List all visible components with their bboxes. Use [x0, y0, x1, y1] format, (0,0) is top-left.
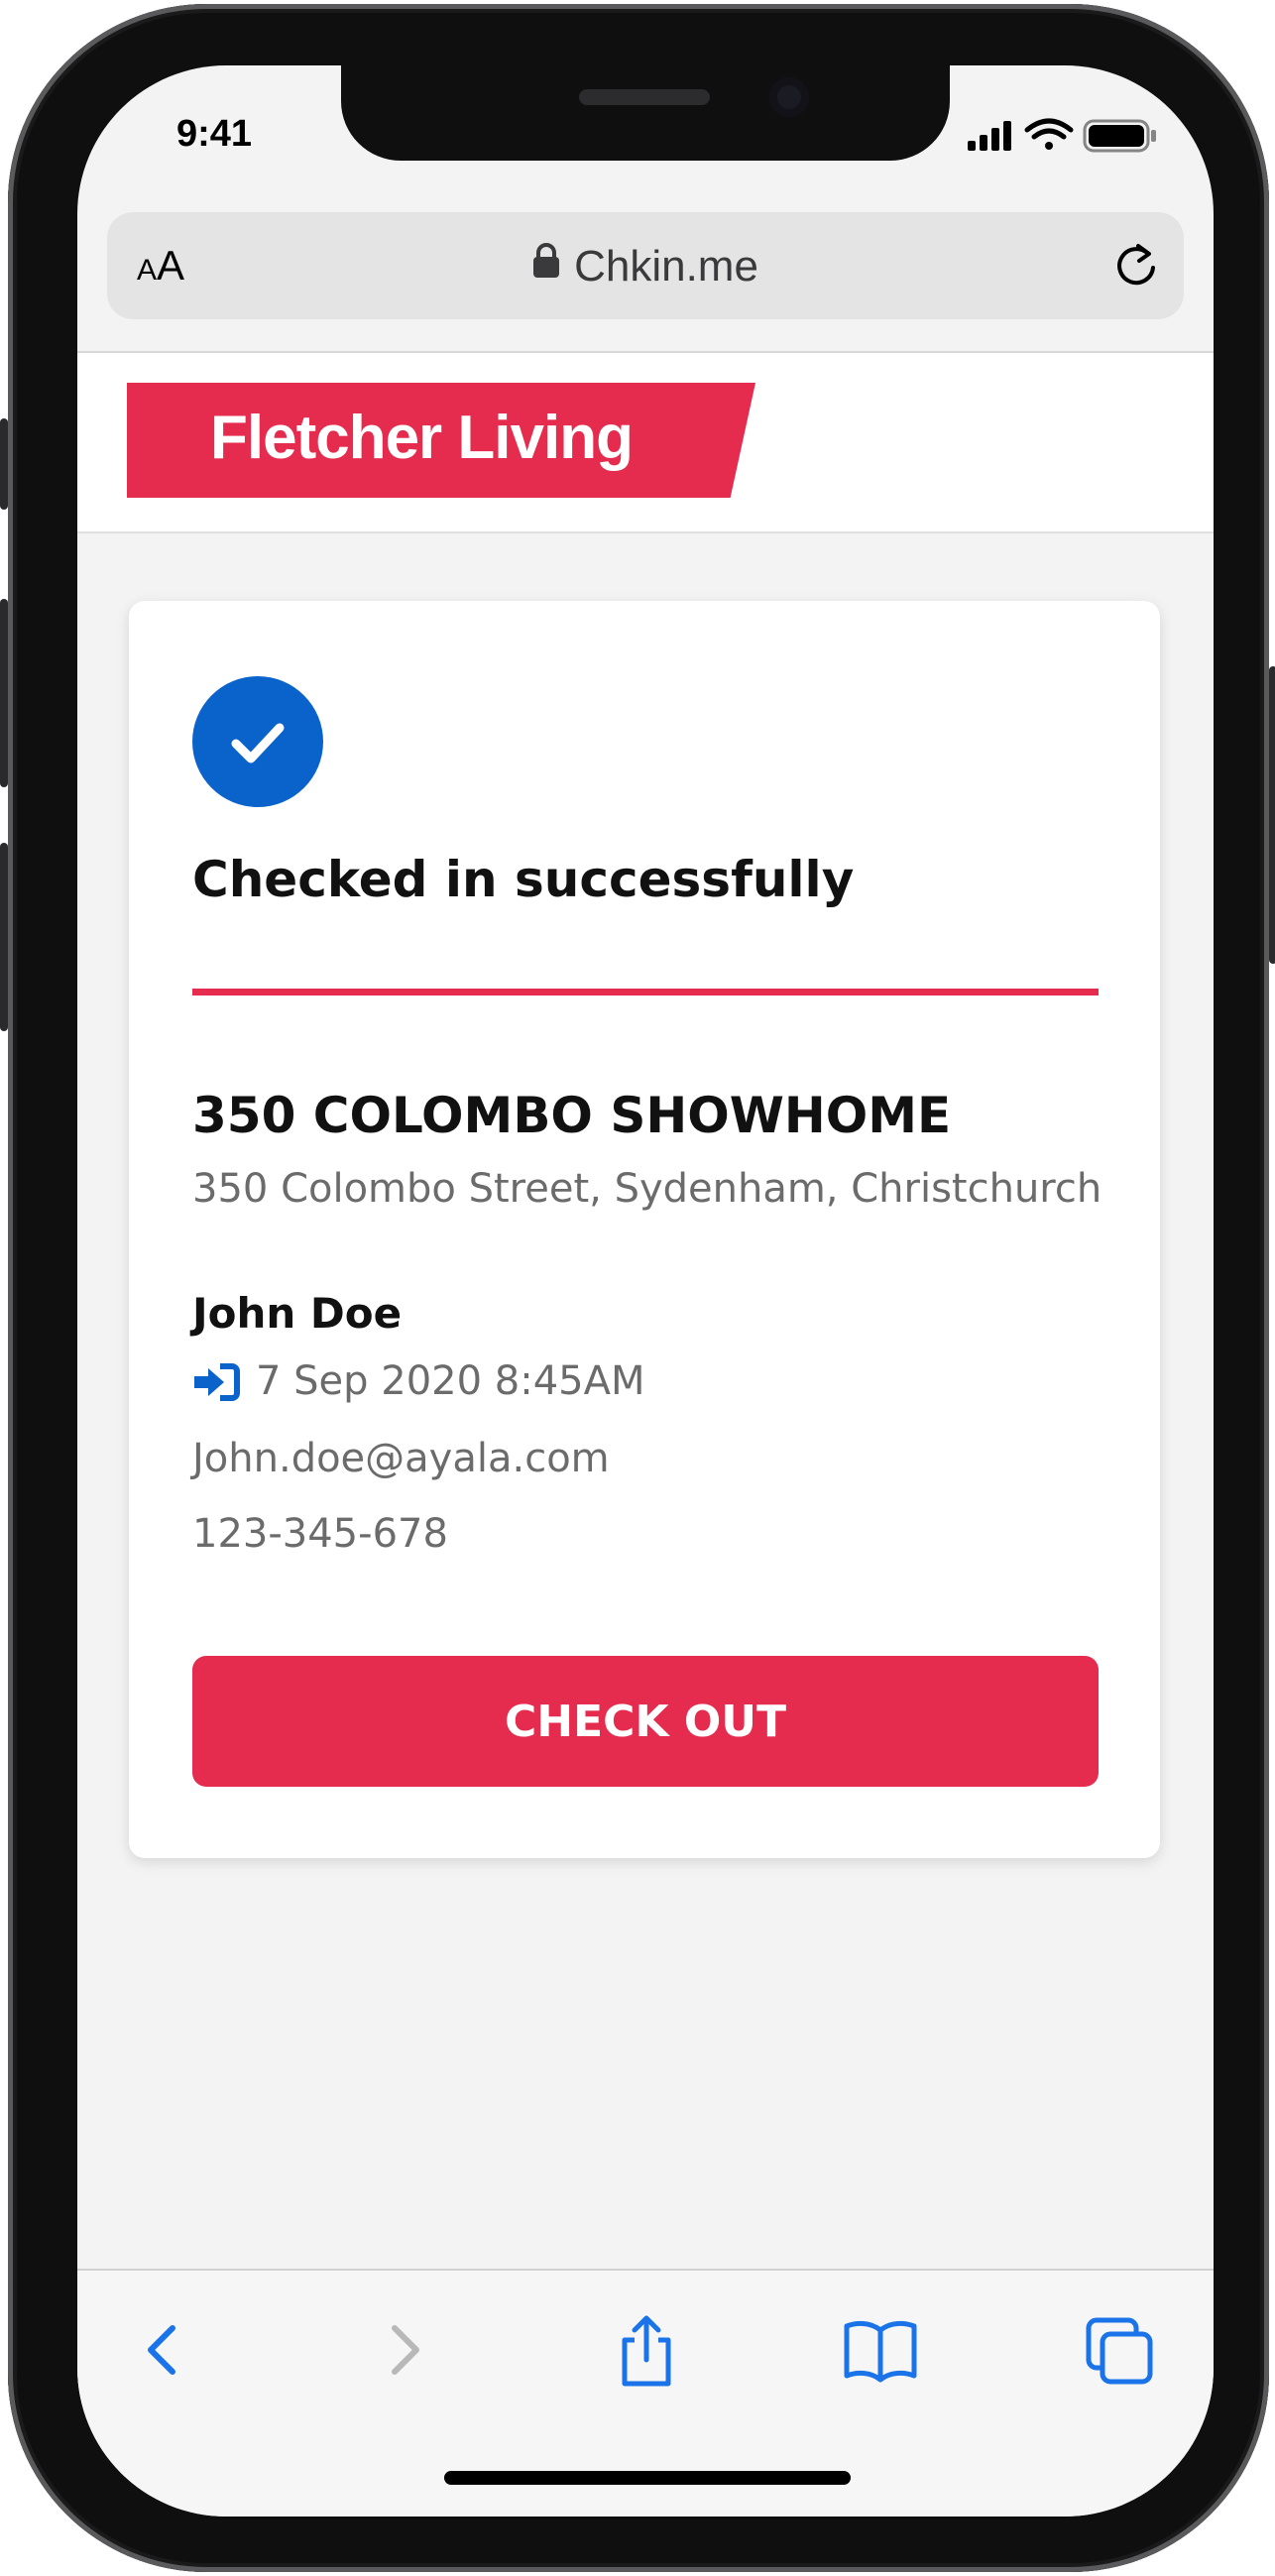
- status-icons: [968, 115, 1166, 155]
- url-text: Chkin.me: [574, 242, 758, 291]
- silent-switch: [0, 418, 8, 510]
- url-display[interactable]: Chkin.me: [107, 242, 1184, 293]
- power-button: [1269, 666, 1275, 964]
- speaker: [579, 89, 710, 105]
- volume-up-button: [0, 599, 8, 787]
- site-header: Fletcher Living: [77, 351, 1214, 533]
- visitor-name: John Doe: [192, 1289, 403, 1338]
- volume-down-button: [0, 843, 8, 1031]
- front-camera: [769, 77, 809, 117]
- brand-logo[interactable]: Fletcher Living: [127, 383, 755, 498]
- forward-icon[interactable]: [375, 2310, 434, 2394]
- reload-icon[interactable]: [1110, 240, 1162, 295]
- share-icon[interactable]: [609, 2310, 684, 2394]
- home-indicator[interactable]: [444, 2471, 851, 2485]
- phone-frame: 9:41 AA Chkin.me Fletcher Living Checked…: [0, 4, 1275, 2572]
- visitor-email: John.doe@ayala.com: [192, 1436, 610, 1481]
- wifi-icon: [1024, 118, 1074, 150]
- checkin-status-title: Checked in successfully: [192, 851, 855, 908]
- sign-in-icon: [194, 1363, 240, 1401]
- checkin-card: Checked in successfully 350 COLOMBO SHOW…: [129, 601, 1160, 1858]
- divider: [192, 989, 1099, 995]
- bookmarks-icon[interactable]: [841, 2310, 920, 2394]
- back-icon[interactable]: [133, 2310, 192, 2394]
- visitor-phone: 123-345-678: [192, 1511, 448, 1557]
- cellular-signal-icon: [968, 121, 1011, 151]
- venue-address: 350 Colombo Street, Sydenham, Christchur…: [192, 1166, 1102, 1212]
- battery-icon: [1083, 119, 1156, 153]
- status-time: 9:41: [176, 113, 253, 155]
- notch: [341, 65, 950, 161]
- venue-name: 350 COLOMBO SHOWHOME: [192, 1087, 952, 1144]
- brand-logo-text: Fletcher Living: [210, 404, 634, 472]
- checkin-time: 7 Sep 2020 8:45AM: [256, 1358, 645, 1404]
- tabs-icon[interactable]: [1081, 2310, 1160, 2394]
- screen: 9:41 AA Chkin.me Fletcher Living Checked…: [77, 65, 1214, 2517]
- address-bar[interactable]: AA Chkin.me: [107, 212, 1184, 319]
- check-out-button[interactable]: CHECK OUT: [192, 1656, 1099, 1787]
- lock-icon: [532, 240, 560, 290]
- check-success-icon: [192, 676, 323, 807]
